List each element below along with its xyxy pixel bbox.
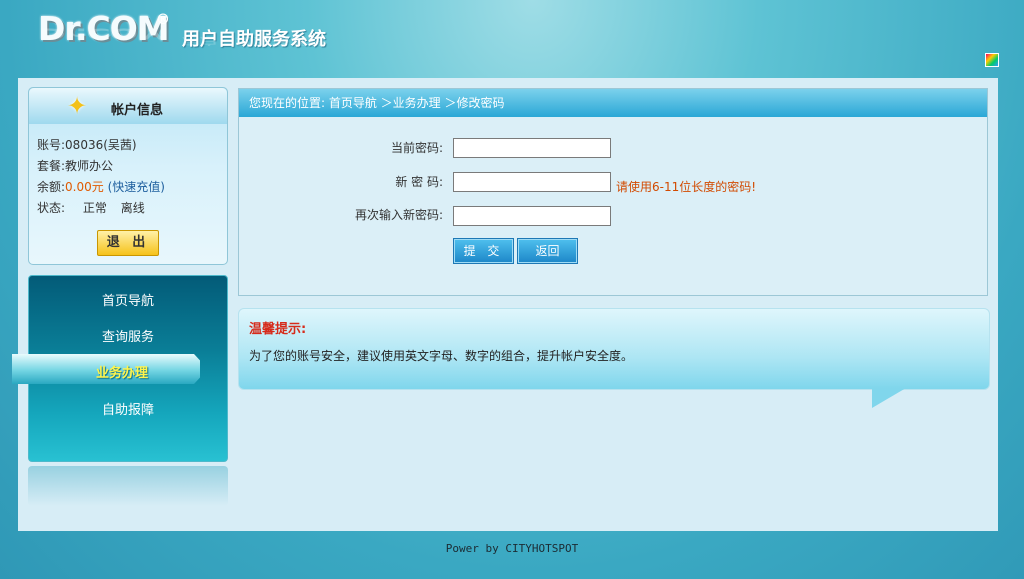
footer-credit: Power by CITYHOTSPOT: [445, 542, 579, 555]
balance-row: 余额:0.00元 (快速充值): [37, 178, 165, 195]
confirm-password-label: 再次输入新密码:: [354, 208, 443, 222]
back-button[interactable]: 返回: [517, 238, 578, 264]
system-title-reflection: 用户自助服务系统: [182, 35, 326, 47]
status-value: 正常: [82, 201, 107, 215]
online-status: 离线: [120, 201, 145, 215]
nav-item-home[interactable]: 首页导航: [29, 290, 227, 309]
nav-reflection: [28, 466, 228, 506]
nav-item-query[interactable]: 查询服务: [29, 326, 227, 345]
star-icon: ✦: [67, 92, 88, 120]
status-row: 状态: 正常 离线: [37, 199, 145, 216]
logout-button[interactable]: 退 出: [97, 230, 159, 256]
account-value: 08036(吴茜): [65, 138, 137, 152]
quick-recharge-link[interactable]: (快速充值): [108, 180, 165, 194]
plan-label: 套餐:: [37, 159, 66, 173]
current-password-input[interactable]: [453, 138, 611, 158]
tip-box: 温馨提示: 为了您的账号安全，建议使用英文字母、数字的组合，提升帐户安全度。: [238, 308, 990, 390]
account-label: 账号:: [37, 138, 66, 152]
balance-label: 余额:: [37, 180, 66, 194]
tip-text: 为了您的账号安全，建议使用英文字母、数字的组合，提升帐户安全度。: [249, 349, 634, 363]
registered-mark: ®: [156, 12, 170, 28]
new-password-input[interactable]: [453, 172, 611, 192]
nav-item-repair[interactable]: 自助报障: [29, 399, 227, 418]
account-info-header: ✦ 帐户信息: [29, 88, 227, 124]
nav-item-business[interactable]: 业务办理: [18, 362, 226, 381]
breadcrumb: 您现在的位置: 首页导航 ＞业务办理 ＞修改密码: [239, 89, 987, 117]
new-password-label: 新 密 码:: [395, 175, 443, 189]
balance-value: 0.00元: [65, 180, 104, 194]
account-row: 账号:08036(吴茜): [37, 136, 137, 153]
account-info-box: ✦ 帐户信息 账号:08036(吴茜) 套餐:教师办公 余额:0.00元 (快速…: [28, 87, 228, 265]
tip-tail: [872, 388, 906, 408]
confirm-password-input[interactable]: [453, 206, 611, 226]
status-label: 状态:: [37, 201, 66, 215]
logo-reflection: Dr.COM: [38, 24, 169, 43]
main-area: ✦ 帐户信息 账号:08036(吴茜) 套餐:教师办公 余额:0.00元 (快速…: [12, 78, 998, 531]
plan-row: 套餐:教师办公: [37, 157, 113, 174]
submit-button[interactable]: 提 交: [453, 238, 514, 264]
plan-value: 教师办公: [65, 159, 114, 173]
color-picker-icon[interactable]: [985, 53, 999, 67]
header: Dr.COM Dr.COM ® 用户自助服务系统 用户自助服务系统: [0, 0, 1024, 78]
account-info-title: 帐户信息: [111, 103, 164, 118]
tip-title: 温馨提示:: [249, 322, 307, 337]
change-password-panel: 您现在的位置: 首页导航 ＞业务办理 ＞修改密码 当前密码: 新 密 码: 请使…: [238, 88, 988, 296]
password-length-hint: 请使用6-11位长度的密码!: [616, 180, 757, 194]
current-password-label: 当前密码:: [390, 141, 443, 155]
